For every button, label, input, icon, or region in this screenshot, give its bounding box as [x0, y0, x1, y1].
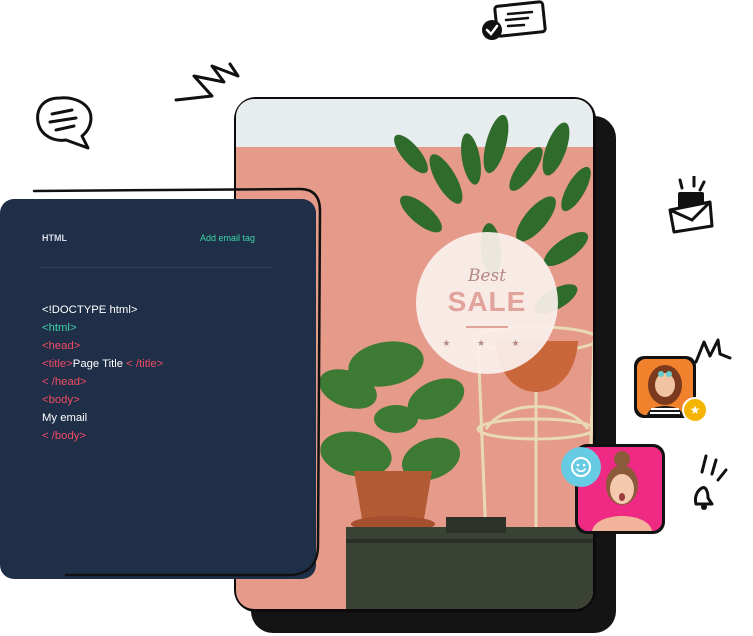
squiggle-doodle [694, 338, 732, 364]
star-icon: ★ [682, 397, 708, 423]
smile-icon [561, 447, 601, 487]
sale-text: SALE [447, 286, 527, 317]
bell-icon [694, 454, 728, 510]
speech-bubble-icon [36, 96, 93, 150]
id-card-check-icon [482, 0, 547, 40]
sale-script-text: Best [467, 266, 507, 286]
sale-badge: Best SALE ★ ★ ★ [416, 232, 558, 374]
editor-outline-doodle [32, 187, 322, 577]
sale-underline [466, 326, 508, 328]
envelope-icon [668, 176, 714, 234]
sale-stars: ★ ★ ★ [442, 338, 532, 348]
